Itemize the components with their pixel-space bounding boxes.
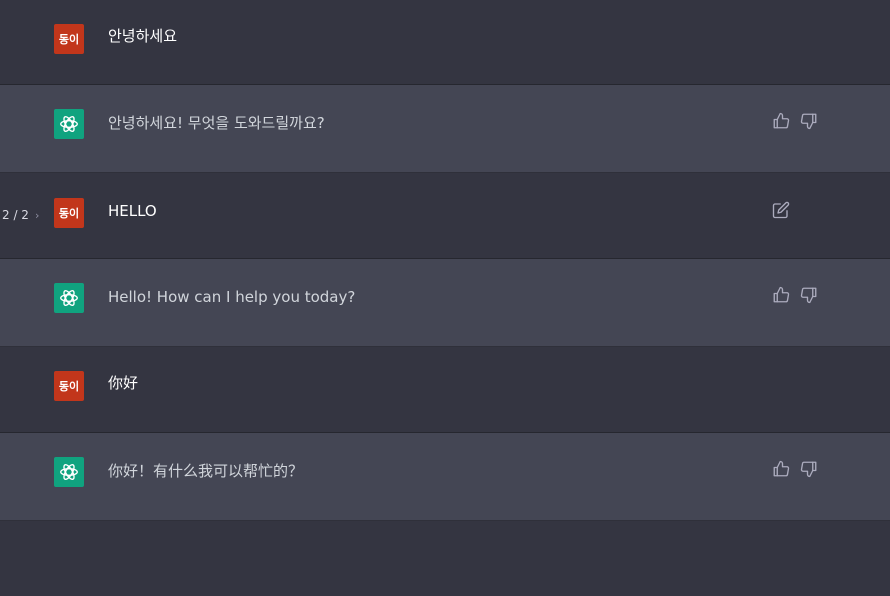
- message-user-2: 2 / 2 › 동이 HELLO: [0, 173, 890, 259]
- thumbs-down-icon[interactable]: [800, 112, 818, 130]
- message-user-1: 동이 안녕하세요: [0, 0, 890, 85]
- openai-logo-icon: [54, 457, 84, 487]
- message-user-3: 동이 你好: [0, 347, 890, 433]
- message-text: 안녕하세요! 무엇을 도와드릴까요?: [108, 114, 325, 132]
- thumbs-down-icon[interactable]: [800, 460, 818, 478]
- message-text: HELLO: [108, 202, 157, 220]
- thumbs-up-icon[interactable]: [772, 112, 790, 130]
- message-assistant-3: 你好！有什么我可以帮忙的？: [0, 433, 890, 521]
- chevron-right-icon[interactable]: ›: [35, 209, 39, 222]
- user-avatar: 동이: [54, 24, 84, 54]
- user-avatar: 동이: [54, 371, 84, 401]
- message-text: 你好: [108, 374, 139, 392]
- message-text: 你好！有什么我可以帮忙的？: [108, 462, 304, 480]
- thumbs-up-icon[interactable]: [772, 286, 790, 304]
- message-assistant-1: 안녕하세요! 무엇을 도와드릴까요?: [0, 85, 890, 173]
- message-text: 안녕하세요: [108, 27, 178, 45]
- openai-logo-icon: [54, 283, 84, 313]
- pager-label: 2 / 2: [2, 208, 29, 222]
- message-text: Hello! How can I help you today?: [108, 288, 356, 306]
- openai-logo-icon: [54, 109, 84, 139]
- thumbs-down-icon[interactable]: [800, 286, 818, 304]
- thumbs-up-icon[interactable]: [772, 460, 790, 478]
- edit-icon[interactable]: [772, 201, 790, 219]
- user-avatar: 동이: [54, 198, 84, 228]
- message-assistant-2: Hello! How can I help you today?: [0, 259, 890, 347]
- response-pager[interactable]: 2 / 2 ›: [2, 208, 39, 222]
